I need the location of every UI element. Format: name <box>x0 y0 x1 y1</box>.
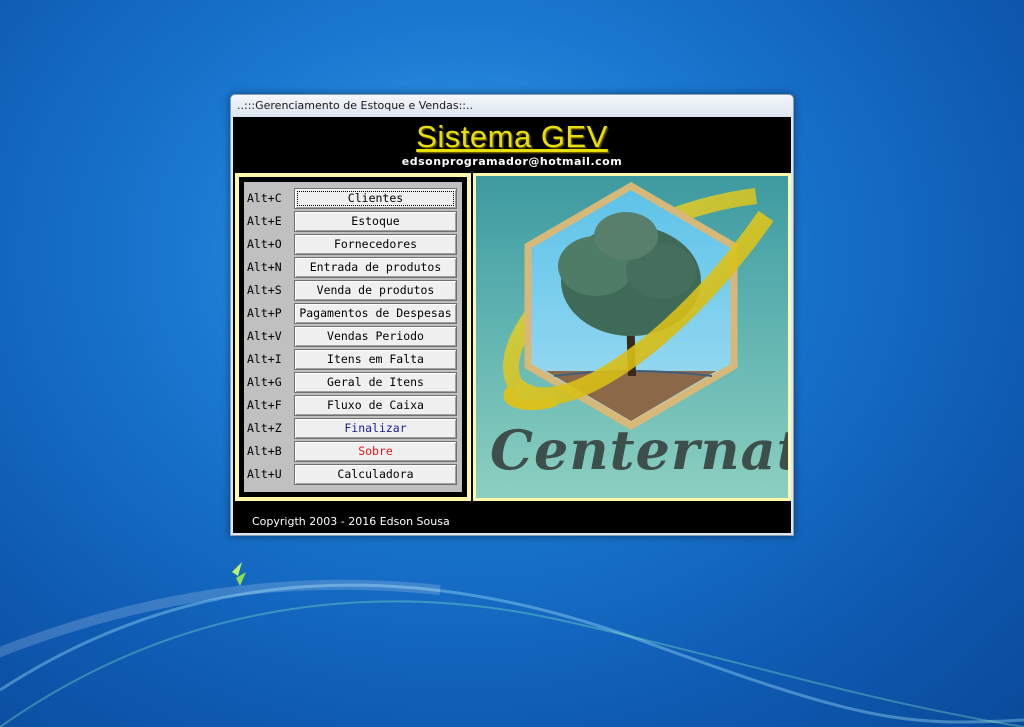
window-titlebar[interactable]: ..:::Gerenciamento de Estoque e Vendas::… <box>231 95 793 117</box>
shortcut-label: Alt+S <box>247 283 282 297</box>
shortcut-label: Alt+B <box>247 444 282 458</box>
menu-row: Alt+I Itens em Falta <box>244 349 460 372</box>
shortcut-label: Alt+P <box>247 306 282 320</box>
shortcut-label: Alt+C <box>247 191 282 205</box>
menu-button-vendas-periodo[interactable]: Vendas Periodo <box>294 326 457 347</box>
menu-row: Alt+Z Finalizar <box>244 418 460 441</box>
menu-button-pagamentos-de-despesas[interactable]: Pagamentos de Despesas <box>294 303 457 324</box>
menu-list: Alt+C Clientes Alt+E Estoque Alt+O Fornecedor… <box>244 182 462 492</box>
menu-row: Alt+O Fornecedores <box>244 234 460 257</box>
menu-button-sobre[interactable]: Sobre <box>294 441 457 462</box>
wallpaper-leaf-icon <box>232 562 246 586</box>
shortcut-label: Alt+F <box>247 398 282 412</box>
app-window: ..:::Gerenciamento de Estoque e Vendas::… <box>230 94 794 536</box>
logo-wordmark: Centernat <box>490 418 788 482</box>
menu-row: Alt+E Estoque <box>244 211 460 234</box>
menu-button-venda-de-produtos[interactable]: Venda de produtos <box>294 280 457 301</box>
shortcut-label: Alt+Z <box>247 421 282 435</box>
menu-row: Alt+G Geral de Itens <box>244 372 460 395</box>
shortcut-label: Alt+O <box>247 237 282 251</box>
app-client-area: Sistema GEV edsonprogramador@hotmail.com… <box>233 117 791 533</box>
menu-panel: Alt+C Clientes Alt+E Estoque Alt+O Fornecedor… <box>235 173 471 501</box>
menu-button-finalizar[interactable]: Finalizar <box>294 418 457 439</box>
menu-button-estoque[interactable]: Estoque <box>294 211 457 232</box>
logo-panel: Centernat <box>473 173 791 501</box>
menu-row: Alt+P Pagamentos de Despesas <box>244 303 460 326</box>
shortcut-label: Alt+E <box>247 214 282 228</box>
menu-button-itens-em-falta[interactable]: Itens em Falta <box>294 349 457 370</box>
shortcut-label: Alt+V <box>247 329 282 343</box>
menu-row: Alt+F Fluxo de Caixa <box>244 395 460 418</box>
shortcut-label: Alt+N <box>247 260 282 274</box>
menu-button-calculadora[interactable]: Calculadora <box>294 464 457 485</box>
menu-button-geral-de-itens[interactable]: Geral de Itens <box>294 372 457 393</box>
centernat-logo: Centernat <box>476 176 788 498</box>
app-email: edsonprogramador@hotmail.com <box>401 155 623 168</box>
menu-row: Alt+U Calculadora <box>244 464 460 487</box>
menu-row: Alt+B Sobre <box>244 441 460 464</box>
menu-row: Alt+C Clientes <box>244 188 460 211</box>
menu-button-fluxo-de-caixa[interactable]: Fluxo de Caixa <box>294 395 457 416</box>
copyright-text: Copyrigth 2003 - 2016 Edson Sousa <box>252 515 450 528</box>
menu-button-clientes[interactable]: Clientes <box>294 188 457 209</box>
shortcut-label: Alt+U <box>247 467 282 481</box>
window-title: ..:::Gerenciamento de Estoque e Vendas::… <box>237 99 473 112</box>
menu-button-fornecedores[interactable]: Fornecedores <box>294 234 457 255</box>
shortcut-label: Alt+I <box>247 352 282 366</box>
menu-button-entrada-de-produtos[interactable]: Entrada de produtos <box>294 257 457 278</box>
menu-row: Alt+S Venda de produtos <box>244 280 460 303</box>
app-title: Sistema GEV <box>416 119 608 154</box>
shortcut-label: Alt+G <box>247 375 282 389</box>
menu-row: Alt+N Entrada de produtos <box>244 257 460 280</box>
menu-row: Alt+V Vendas Periodo <box>244 326 460 349</box>
